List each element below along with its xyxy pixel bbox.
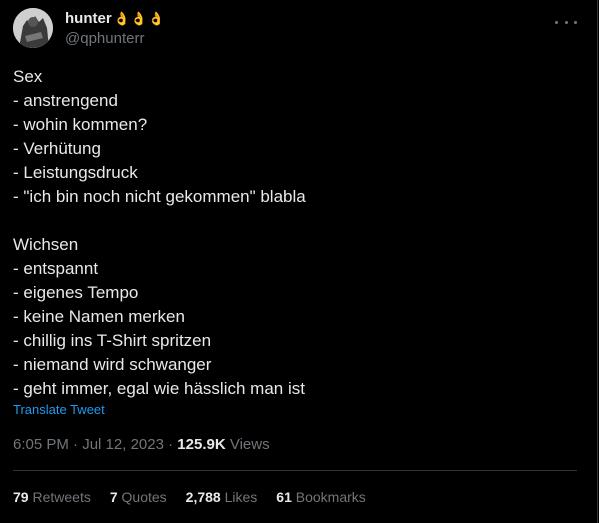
tweet-date[interactable]: Jul 12, 2023 [82, 436, 164, 453]
tweet-line: - keine Namen merken [13, 307, 185, 326]
meta-separator: · [73, 436, 79, 453]
retweets-label: Retweets [32, 489, 91, 505]
tweet-line: - "ich bin noch nicht gekommen" blabla [13, 187, 306, 206]
tweet-line: - eigenes Tempo [13, 283, 139, 302]
author-display-name[interactable]: hunter 👌👌👌 [65, 10, 165, 27]
likes-stat[interactable]: 2,788 Likes [186, 489, 258, 505]
author-handle[interactable]: @qphunterr [65, 30, 165, 47]
tweet-line: - geht immer, egal wie hässlich man ist [13, 379, 305, 398]
author-names: hunter 👌👌👌 @qphunterr [65, 10, 165, 47]
engagement-stats: 79 Retweets 7 Quotes 2,788 Likes 61 Book… [13, 489, 385, 505]
quotes-count: 7 [109, 489, 118, 505]
retweets-stat[interactable]: 79 Retweets [13, 489, 91, 505]
tweet-line: - Verhütung [13, 139, 101, 158]
quotes-stat[interactable]: 7 Quotes [110, 489, 167, 505]
tweet-text: Sex - anstrengend - wohin kommen? - Verh… [13, 65, 583, 401]
likes-count: 2,788 [185, 489, 221, 505]
bookmarks-count: 61 [276, 489, 292, 505]
tweet-line: - Leistungsdruck [13, 163, 138, 182]
avatar[interactable] [13, 8, 53, 48]
quotes-label: Quotes [121, 489, 167, 505]
tweet-detail: hunter 👌👌👌 @qphunterr Sex - anstrengend … [0, 0, 598, 523]
more-options-icon[interactable] [555, 14, 577, 30]
tweet-line: - entspannt [13, 259, 99, 278]
tweet-line: - chillig ins T-Shirt spritzen [13, 331, 212, 350]
tweet-header: hunter 👌👌👌 @qphunterr [13, 8, 597, 48]
meta-separator: · [168, 436, 174, 453]
tweet-meta: 6:05 PM · Jul 12, 2023 · 125.9K Views [13, 436, 270, 453]
tweet-line: - anstrengend [13, 91, 118, 110]
retweets-count: 79 [13, 489, 29, 505]
author-name-text[interactable]: hunter [65, 10, 112, 27]
bookmarks-label: Bookmarks [295, 489, 366, 505]
views-label: Views [229, 436, 270, 453]
divider [13, 470, 577, 471]
tweet-line: - wohin kommen? [13, 115, 148, 134]
likes-label: Likes [224, 489, 258, 505]
avatar-photo-icon [13, 8, 53, 48]
tweet-line: - niemand wird schwanger [13, 355, 212, 374]
translate-tweet-link[interactable]: Translate Tweet [13, 402, 105, 417]
bookmarks-stat[interactable]: 61 Bookmarks [276, 489, 366, 505]
tweet-time[interactable]: 6:05 PM [13, 436, 69, 453]
views-count: 125.9K [177, 436, 226, 453]
tweet-line: Sex [13, 67, 43, 86]
tweet-line: Wichsen [13, 235, 79, 254]
ok-hand-emoji-icon: 👌👌👌 [113, 10, 166, 26]
